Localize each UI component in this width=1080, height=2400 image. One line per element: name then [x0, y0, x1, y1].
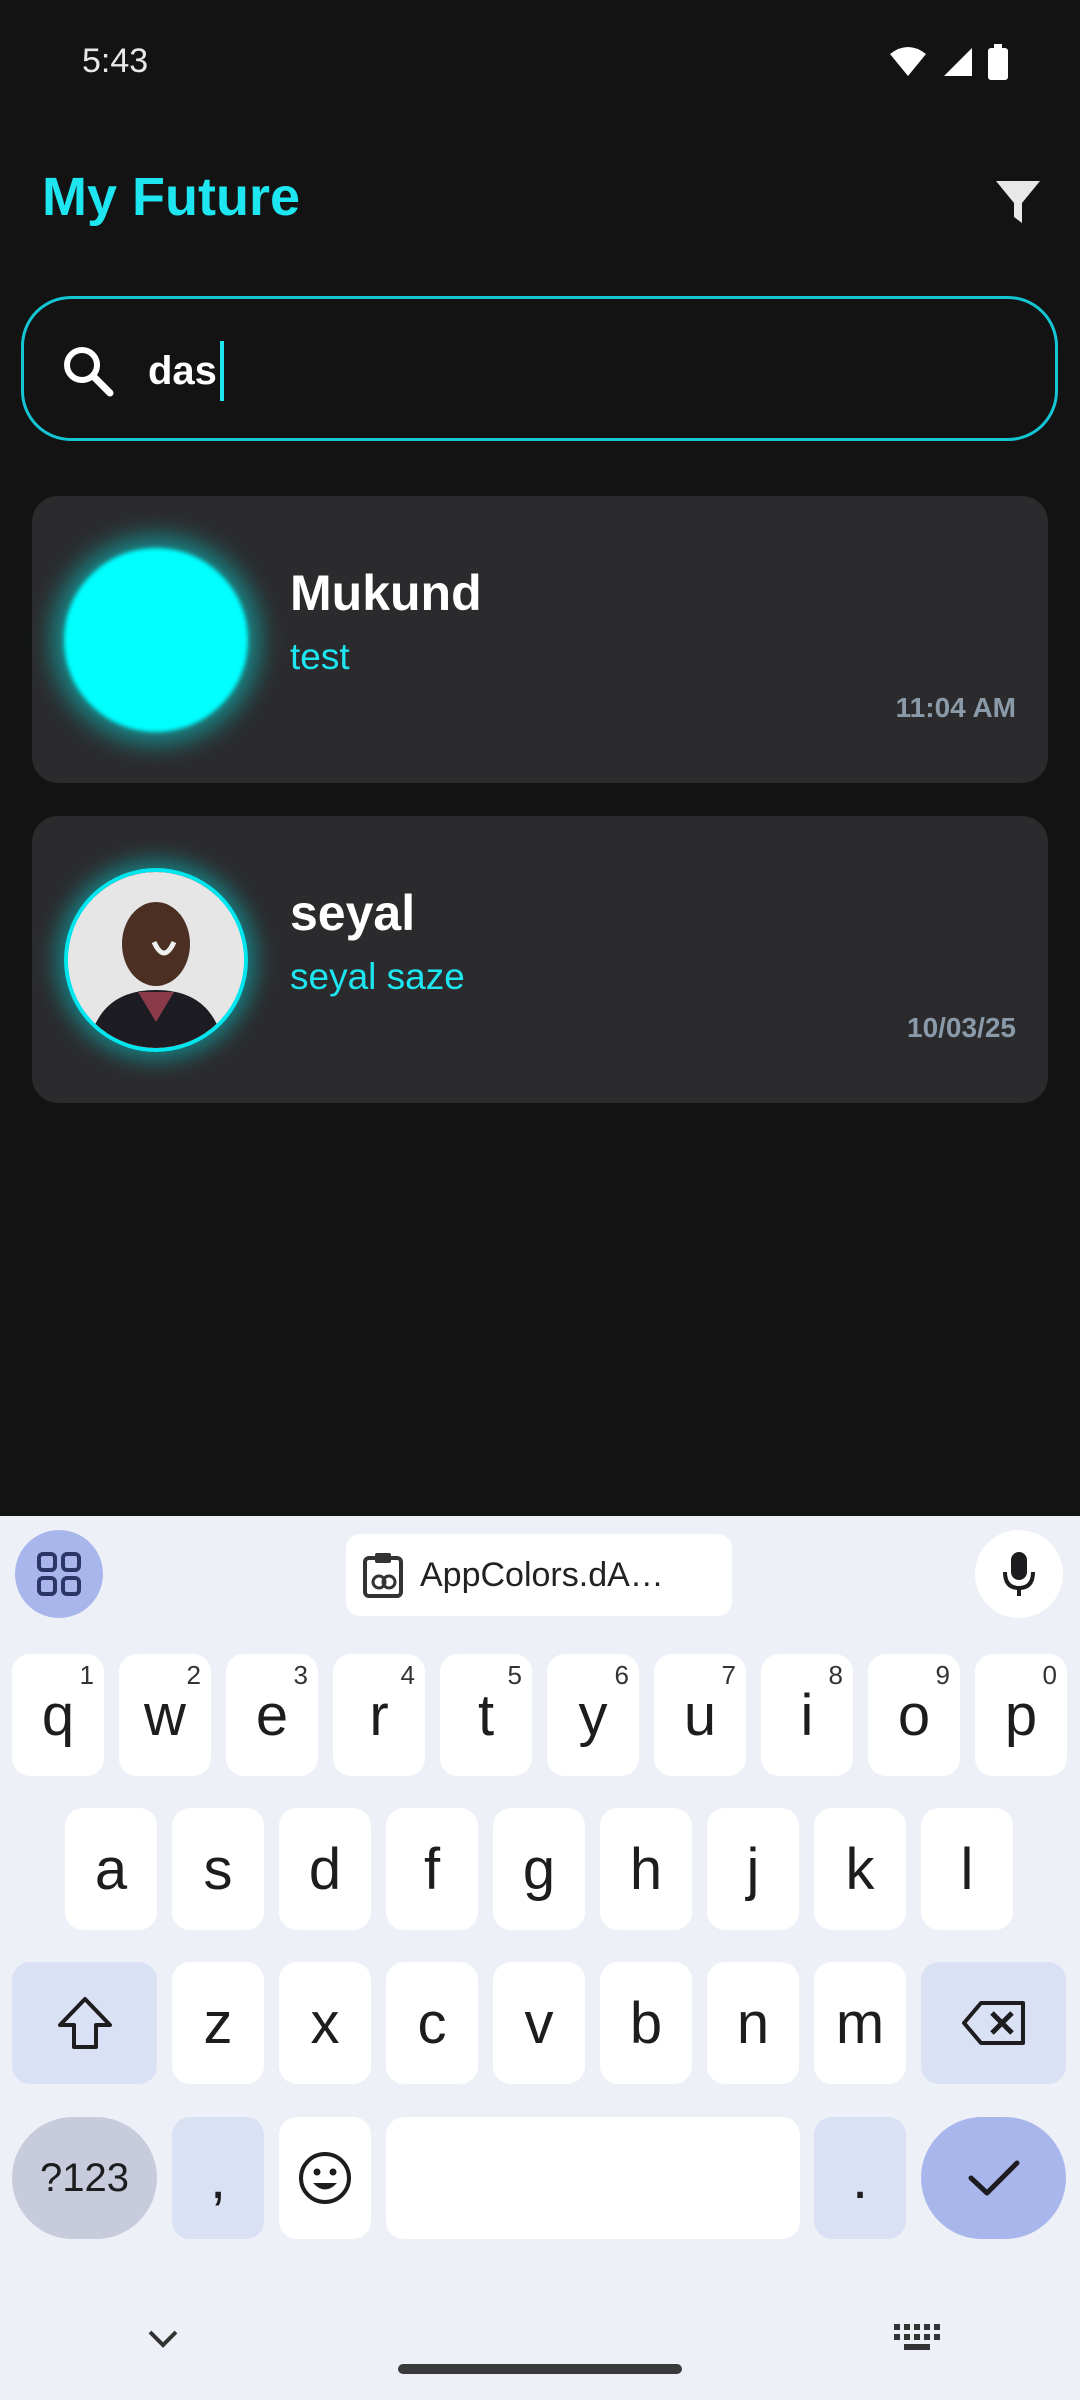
key-b[interactable]: b — [600, 1962, 692, 2084]
key-hint: 5 — [507, 1660, 522, 1690]
key-hint: 4 — [400, 1660, 415, 1690]
hide-keyboard-icon[interactable] — [146, 2328, 180, 2350]
chat-preview: seyal saze — [290, 956, 465, 997]
key-q[interactable]: q1 — [12, 1654, 104, 1776]
key-h[interactable]: h — [600, 1808, 692, 1930]
key-p[interactable]: p0 — [975, 1654, 1067, 1776]
key-label: y — [578, 1682, 608, 1748]
key-v[interactable]: v — [493, 1962, 585, 2084]
avatar — [64, 548, 248, 732]
symbols-key[interactable]: ?123 — [12, 2117, 157, 2239]
search-icon — [64, 347, 114, 397]
key-w[interactable]: w2 — [119, 1654, 211, 1776]
chat-list-item[interactable]: seyal seyal saze 10/03/25 — [32, 816, 1048, 1103]
clipboard-icon — [363, 1553, 403, 1598]
key-label: r — [369, 1682, 389, 1748]
key-label: e — [255, 1682, 289, 1748]
avatar — [64, 868, 248, 1052]
key-x[interactable]: x — [279, 1962, 371, 2084]
key-label: q — [41, 1682, 75, 1748]
signal-icon — [944, 48, 972, 76]
period-key[interactable]: . — [814, 2117, 906, 2239]
backspace-key[interactable] — [921, 1962, 1066, 2084]
key-l[interactable]: l — [921, 1808, 1013, 1930]
chat-name: Mukund — [290, 565, 482, 621]
clipboard-suggestion[interactable]: AppColors.dA… — [346, 1534, 732, 1616]
shift-icon — [57, 1997, 112, 2049]
voice-input-button[interactable] — [975, 1530, 1063, 1618]
grid-icon — [37, 1552, 81, 1596]
key-a[interactable]: a — [65, 1808, 157, 1930]
status-time: 5:43 — [82, 42, 149, 80]
key-z[interactable]: z — [172, 1962, 264, 2084]
key-d[interactable]: d — [279, 1808, 371, 1930]
screen: 5:43 My Future das Mukund test 11:04 AM … — [0, 0, 1080, 2400]
key-hint: 7 — [721, 1660, 736, 1690]
key-hint: 3 — [293, 1660, 308, 1690]
key-hint: 2 — [186, 1660, 201, 1690]
keyboard-switch-icon[interactable] — [894, 2324, 940, 2352]
key-j[interactable]: j — [707, 1808, 799, 1930]
key-hint: 0 — [1042, 1660, 1057, 1690]
key-k[interactable]: k — [814, 1808, 906, 1930]
chat-preview: test — [290, 636, 350, 677]
key-label: o — [897, 1682, 931, 1748]
key-hint: 8 — [828, 1660, 843, 1690]
chat-time: 10/03/25 — [907, 1012, 1016, 1043]
key-s[interactable]: s — [172, 1808, 264, 1930]
check-icon — [968, 2160, 1019, 2196]
clipboard-text: AppColors.dA… — [420, 1555, 664, 1594]
search-input[interactable]: das — [148, 341, 224, 401]
wifi-icon — [890, 47, 926, 76]
key-label: i — [800, 1682, 814, 1748]
key-t[interactable]: t5 — [440, 1654, 532, 1776]
search-input-value: das — [148, 348, 217, 393]
key-hint: 6 — [614, 1660, 629, 1690]
key-u[interactable]: u7 — [654, 1654, 746, 1776]
key-o[interactable]: o9 — [868, 1654, 960, 1776]
key-g[interactable]: g — [493, 1808, 585, 1930]
key-f[interactable]: f — [386, 1808, 478, 1930]
comma-key[interactable]: , — [172, 2117, 264, 2239]
soft-keyboard: AppColors.dA… ?123 , . q 1 w 2 e 3 r 4 t… — [0, 1516, 1080, 2400]
key-hint: 9 — [935, 1660, 950, 1690]
status-bar: 5:43 — [0, 0, 1080, 120]
chat-name: seyal — [290, 885, 416, 941]
key-c[interactable]: c — [386, 1962, 478, 2084]
emoji-key[interactable] — [279, 2117, 371, 2239]
keyboard-apps-button[interactable] — [15, 1530, 103, 1618]
battery-icon — [988, 44, 1008, 80]
backspace-icon — [961, 2001, 1025, 2045]
key-hint: 1 — [79, 1660, 94, 1690]
text-caret — [219, 341, 224, 401]
status-icons — [888, 44, 1008, 80]
key-label: w — [144, 1682, 186, 1748]
key-r[interactable]: r4 — [333, 1654, 425, 1776]
key-n[interactable]: n — [707, 1962, 799, 2084]
key-i[interactable]: i8 — [761, 1654, 853, 1776]
filter-button[interactable] — [988, 172, 1048, 232]
key-label: t — [477, 1682, 495, 1748]
key-label: u — [683, 1682, 717, 1748]
chat-time: 11:04 AM — [895, 692, 1016, 723]
home-indicator[interactable] — [398, 2364, 682, 2374]
key-y[interactable]: y6 — [547, 1654, 639, 1776]
app-title: My Future — [42, 167, 301, 227]
emoji-icon — [299, 2152, 351, 2204]
space-key[interactable] — [386, 2117, 800, 2239]
chat-list-item[interactable]: Mukund test 11:04 AM — [32, 496, 1048, 783]
key-label: p — [1004, 1682, 1038, 1748]
avatar-photo-icon — [68, 872, 244, 1048]
key-m[interactable]: m — [814, 1962, 906, 2084]
filter-icon — [996, 181, 1040, 223]
microphone-icon — [1003, 1552, 1035, 1596]
shift-key[interactable] — [12, 1962, 157, 2084]
search-box[interactable]: das — [21, 296, 1058, 441]
enter-key[interactable] — [921, 2117, 1066, 2239]
key-e[interactable]: e3 — [226, 1654, 318, 1776]
